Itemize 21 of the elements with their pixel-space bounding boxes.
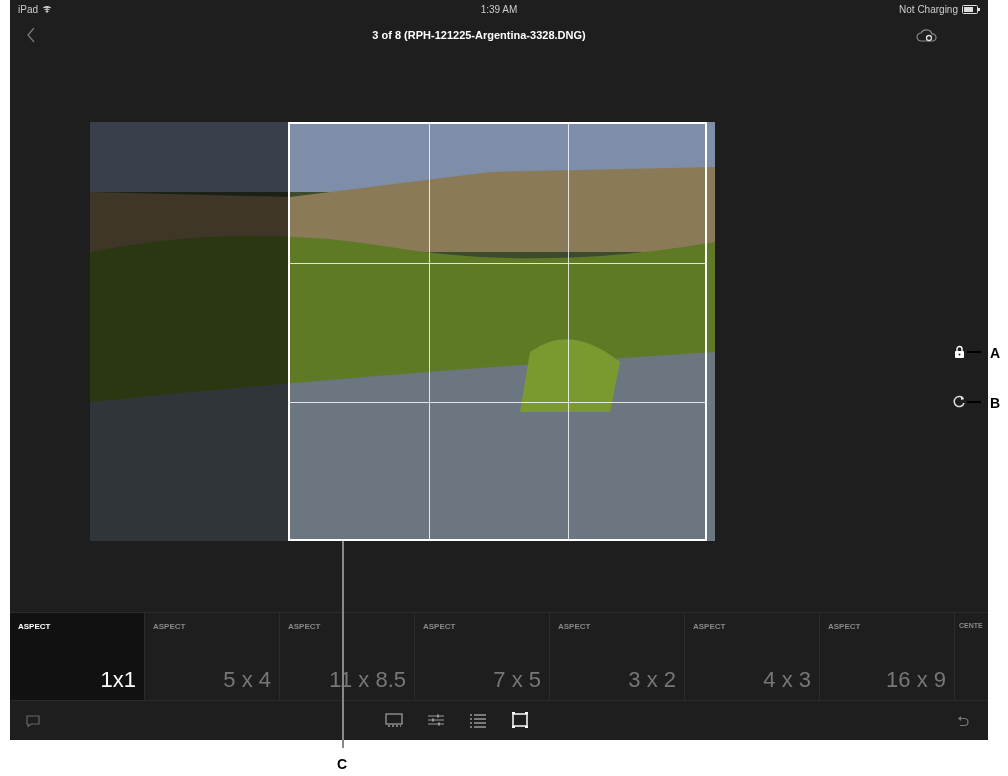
list-icon xyxy=(469,712,487,728)
chevron-left-icon xyxy=(26,27,36,43)
wifi-icon xyxy=(42,5,52,13)
filmstrip-icon xyxy=(385,712,403,728)
callout-label: C xyxy=(337,755,348,774)
photo-title: 3 of 8 (RPH-121225-Argentina-3328.DNG) xyxy=(372,27,586,43)
crop-frame[interactable] xyxy=(288,122,707,541)
aspect-preset[interactable]: ASPECT 1x1 xyxy=(10,613,145,700)
lock-icon xyxy=(953,344,965,358)
rotate-icon xyxy=(952,394,966,408)
device-name: iPad xyxy=(18,2,38,17)
battery-status: Not Charging xyxy=(899,2,958,17)
clock-time: 1:39 AM xyxy=(480,2,518,17)
sliders-icon xyxy=(427,712,445,728)
undo-icon xyxy=(957,714,969,727)
speech-bubble-icon xyxy=(26,714,40,727)
callout-label: B xyxy=(990,394,1001,413)
battery-icon xyxy=(962,4,980,14)
cloud-icon xyxy=(915,27,939,43)
crop-icon xyxy=(511,712,529,728)
callout-label: A xyxy=(990,344,1001,363)
